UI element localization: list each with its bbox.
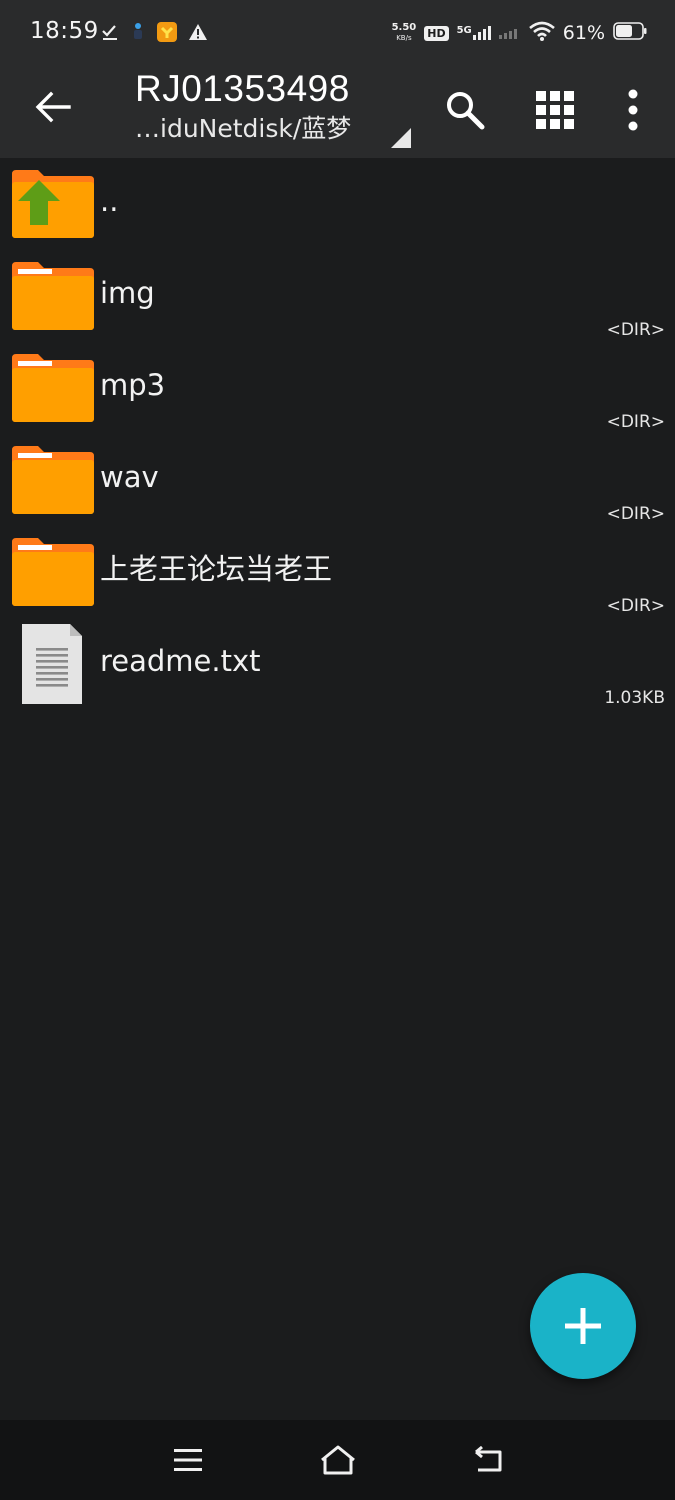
file-size: 1.03KB <box>604 688 665 708</box>
file-name: wav <box>100 460 159 494</box>
plus-icon <box>565 1308 601 1344</box>
app-toolbar: RJ01353498 …iduNetdisk/蓝梦 <box>0 66 675 158</box>
folder-icon <box>12 538 94 606</box>
file-name: mp3 <box>100 368 166 402</box>
file-name: readme.txt <box>100 644 261 678</box>
folder-icon <box>12 262 94 330</box>
list-item-file[interactable]: readme.txt 1.03KB <box>0 618 675 710</box>
list-item-folder[interactable]: 上老王论坛当老王 <DIR> <box>0 526 675 618</box>
notification-icons <box>100 22 208 46</box>
file-meta: <DIR> <box>606 504 665 524</box>
page-title: RJ01353498 <box>135 68 350 109</box>
network-type-label: 5G <box>456 25 472 36</box>
folder-icon <box>12 446 94 514</box>
back-icon <box>475 1446 502 1472</box>
check-download-icon <box>100 22 120 46</box>
grid-view-icon <box>536 91 574 129</box>
signal-5g-icon: 5G <box>457 26 491 40</box>
folder-icon <box>12 354 94 422</box>
signal-weak-icon <box>498 24 521 43</box>
grid-view-button[interactable] <box>527 82 583 138</box>
home-icon <box>321 1445 355 1475</box>
person-icon <box>130 21 146 47</box>
network-speed: 5.50 KB/s <box>392 23 417 43</box>
text-file-icon <box>12 624 94 704</box>
path-selector[interactable]: …iduNetdisk/蓝梦 <box>135 114 425 148</box>
app-notification-icon <box>156 21 178 47</box>
dropdown-caret-icon <box>391 128 411 148</box>
system-nav-bar <box>0 1420 675 1500</box>
title-block[interactable]: RJ01353498 …iduNetdisk/蓝梦 <box>135 68 425 148</box>
status-bar: 18:59 5.50 KB/s HD 5G 61% <box>0 0 675 66</box>
file-meta: <DIR> <box>606 320 665 340</box>
file-list: .. img <DIR> mp3 <DIR> wav <DIR> 上老王论坛当老… <box>0 158 675 710</box>
nav-back-button[interactable] <box>466 1440 510 1480</box>
list-item-parent-dir[interactable]: .. <box>0 158 675 250</box>
file-meta: <DIR> <box>606 596 665 616</box>
search-icon <box>447 92 485 130</box>
more-options-icon <box>628 89 638 131</box>
file-name: img <box>100 276 155 310</box>
list-item-folder[interactable]: wav <DIR> <box>0 434 675 526</box>
more-options-button[interactable] <box>605 82 661 138</box>
menu-icon <box>174 1449 202 1471</box>
list-item-folder[interactable]: mp3 <DIR> <box>0 342 675 434</box>
list-item-folder[interactable]: img <DIR> <box>0 250 675 342</box>
back-button[interactable] <box>28 82 78 132</box>
arrow-back-icon <box>35 91 71 123</box>
system-status-icons: 5.50 KB/s HD 5G 61% <box>392 18 647 48</box>
network-speed-unit: KB/s <box>396 34 412 42</box>
wifi-icon <box>528 21 555 45</box>
nav-menu-button[interactable] <box>166 1440 210 1480</box>
file-name: .. <box>100 184 119 218</box>
status-time: 18:59 <box>30 18 99 44</box>
current-path: …iduNetdisk/蓝梦 <box>135 114 352 143</box>
file-name: 上老王论坛当老王 <box>100 552 333 586</box>
warning-icon <box>188 23 208 45</box>
folder-up-icon <box>12 170 94 238</box>
add-fab-button[interactable] <box>530 1273 636 1379</box>
nav-home-button[interactable] <box>316 1440 360 1480</box>
hd-badge: HD <box>424 25 449 41</box>
network-speed-value: 5.50 <box>391 22 417 33</box>
search-button[interactable] <box>437 82 493 138</box>
battery-icon <box>613 22 647 44</box>
battery-percent: 61% <box>562 22 605 44</box>
file-meta: <DIR> <box>606 412 665 432</box>
